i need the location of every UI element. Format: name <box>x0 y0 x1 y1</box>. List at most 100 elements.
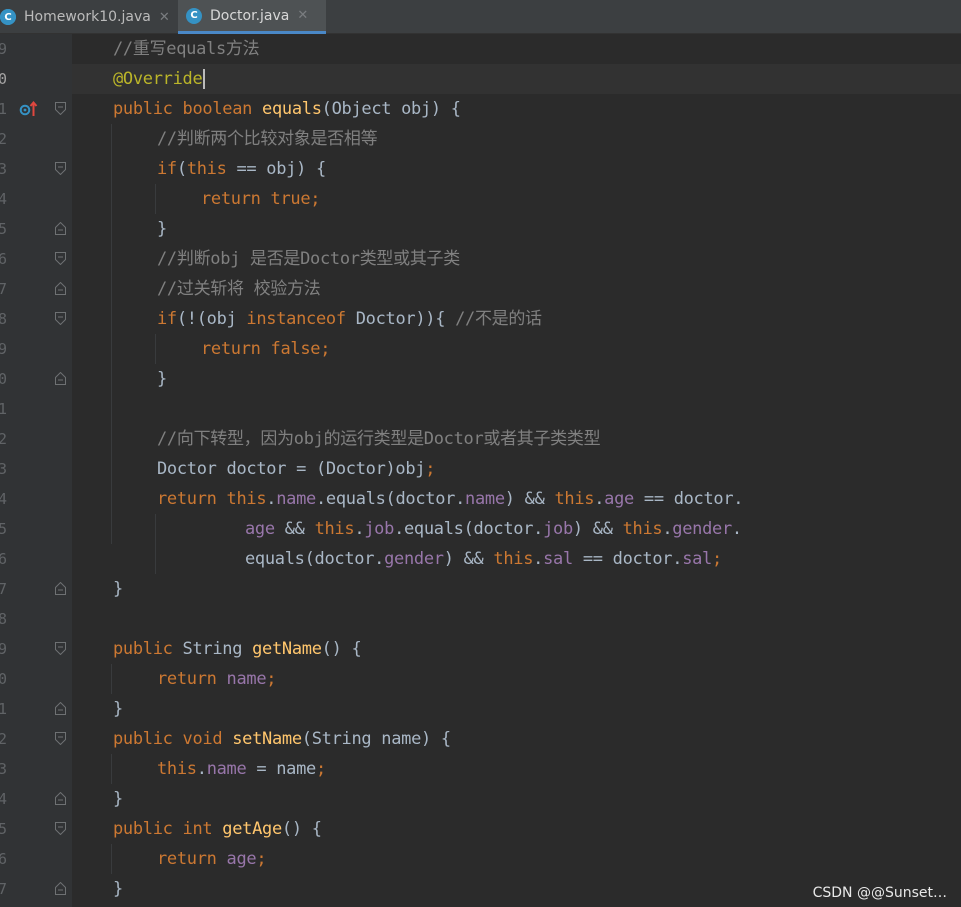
code-text[interactable]: if(!(obj instanceof Doctor)){ //不是的话 <box>157 304 542 334</box>
code-text[interactable]: if(this == obj) { <box>157 154 326 184</box>
tab-doctor[interactable]: C Doctor.java ✕ <box>178 0 326 34</box>
code-line[interactable]: 3 if(this == obj) { <box>0 154 961 184</box>
code-line[interactable]: 1 <box>0 394 961 424</box>
java-class-icon: C <box>186 7 202 24</box>
code-text[interactable]: } <box>157 364 167 394</box>
close-icon[interactable]: ✕ <box>159 10 170 25</box>
code-token: Doctor doctor = (Doctor)obj <box>157 459 426 479</box>
code-line[interactable]: 2 //向下转型，因为obj的运行类型是Doctor或者其子类类型 <box>0 424 961 454</box>
fold-collapse-icon[interactable] <box>55 642 66 655</box>
code-line[interactable]: 7} <box>0 574 961 604</box>
code-text[interactable]: return age; <box>157 844 267 874</box>
code-text[interactable]: return true; <box>201 184 321 214</box>
code-line[interactable]: 0 @Override <box>0 64 961 94</box>
code-line[interactable]: 5 age && this.job.equals(doctor.job) && t… <box>0 514 961 544</box>
code-line[interactable]: 4 return true; <box>0 184 961 214</box>
tab-homework10[interactable]: C Homework10.java ✕ <box>0 0 178 34</box>
code-line[interactable]: 3 Doctor doctor = (Doctor)obj; <box>0 454 961 484</box>
fold-end-icon[interactable] <box>55 222 66 235</box>
code-text[interactable]: this.name = name; <box>157 754 326 784</box>
code-text[interactable]: public void setName(String name) { <box>113 724 451 754</box>
code-token: (Object obj) { <box>321 99 461 119</box>
code-line[interactable]: 5 public int getAge() { <box>0 814 961 844</box>
code-line[interactable]: 0 return name; <box>0 664 961 694</box>
code-token: if <box>157 309 177 329</box>
code-token: void <box>182 729 233 749</box>
code-text[interactable]: public int getAge() { <box>113 814 322 844</box>
code-editor[interactable]: 9 //重写equals方法 0 @Override 1 public boolean e… <box>0 34 961 907</box>
code-token: . <box>731 519 742 539</box>
fold-collapse-icon[interactable] <box>55 312 66 325</box>
code-token: gender <box>384 549 444 569</box>
fold-collapse-icon[interactable] <box>55 162 66 175</box>
line-number: 5 <box>0 520 8 538</box>
code-line[interactable]: 4} <box>0 784 961 814</box>
code-text[interactable]: return this.name.equals(doctor.name) && … <box>157 484 744 514</box>
fold-collapse-icon[interactable] <box>55 732 66 745</box>
code-line[interactable]: 1 public boolean equals(Object obj) { <box>0 94 961 124</box>
code-line[interactable]: 7 //过关斩将 校验方法 <box>0 274 961 304</box>
code-token: setName <box>232 729 302 749</box>
code-token: == obj) { <box>226 159 326 179</box>
code-token: name <box>226 669 267 689</box>
code-line[interactable]: 1} <box>0 694 961 724</box>
code-text[interactable]: equals(doctor.gender) && this.sal == doc… <box>245 544 722 574</box>
fold-end-icon[interactable] <box>55 372 66 385</box>
code-text[interactable]: return false; <box>201 334 330 364</box>
code-token: this <box>554 489 595 509</box>
code-text[interactable]: } <box>113 784 123 814</box>
code-line[interactable]: 9 public String getName() { <box>0 634 961 664</box>
code-line[interactable]: 4 return this.name.equals(doctor.name) &&… <box>0 484 961 514</box>
code-text[interactable]: //判断两个比较对象是否相等 <box>157 124 378 154</box>
code-line[interactable]: 8 <box>0 604 961 634</box>
code-line[interactable]: 9 return false; <box>0 334 961 364</box>
code-line[interactable]: 3 this.name = name; <box>0 754 961 784</box>
line-number: 6 <box>0 850 8 868</box>
code-token: . <box>196 759 207 779</box>
overrides-method-icon[interactable] <box>19 100 39 118</box>
code-text[interactable]: } <box>113 694 123 724</box>
code-line[interactable]: 2 public void setName(String name) { <box>0 724 961 754</box>
fold-collapse-icon[interactable] <box>55 252 66 265</box>
fold-collapse-icon[interactable] <box>55 102 66 115</box>
code-text[interactable]: Doctor doctor = (Doctor)obj; <box>157 454 435 484</box>
code-text[interactable]: age && this.job.equals(doctor.job) && th… <box>245 514 742 544</box>
code-line[interactable]: 5} <box>0 214 961 244</box>
code-line[interactable]: 6 return age; <box>0 844 961 874</box>
code-token: //判断obj 是否是Doctor类型或其子类 <box>157 249 460 269</box>
code-text[interactable]: public String getName() { <box>113 634 362 664</box>
close-icon[interactable]: ✕ <box>297 8 308 23</box>
code-token: age <box>604 489 634 509</box>
code-token: this <box>226 489 267 509</box>
code-text[interactable]: } <box>113 574 123 604</box>
code-token: ( <box>176 159 187 179</box>
code-text[interactable]: public boolean equals(Object obj) { <box>113 94 461 124</box>
code-text[interactable]: //判断obj 是否是Doctor类型或其子类 <box>157 244 460 274</box>
code-line[interactable]: 2 //判断两个比较对象是否相等 <box>0 124 961 154</box>
code-token: return <box>157 669 227 689</box>
code-token: == doctor. <box>633 489 744 509</box>
fold-collapse-icon[interactable] <box>55 822 66 835</box>
code-text[interactable]: //过关斩将 校验方法 <box>157 274 321 304</box>
code-token: name <box>206 759 247 779</box>
code-text[interactable]: //向下转型，因为obj的运行类型是Doctor或者其子类类型 <box>157 424 601 454</box>
fold-end-icon[interactable] <box>55 582 66 595</box>
code-line[interactable]: 6 equals(doctor.gender) && this.sal == do… <box>0 544 961 574</box>
fold-end-icon[interactable] <box>55 882 66 895</box>
code-token: ; <box>266 669 277 689</box>
code-line[interactable]: 8 if(!(obj instanceof Doctor)){ //不是的话 <box>0 304 961 334</box>
code-line[interactable]: 0} <box>0 364 961 394</box>
code-line[interactable]: 9 //重写equals方法 <box>0 34 961 64</box>
code-token: equals(doctor. <box>245 549 385 569</box>
code-text[interactable]: } <box>113 874 123 904</box>
fold-end-icon[interactable] <box>55 282 66 295</box>
code-token: this <box>493 549 534 569</box>
code-line[interactable]: 6 //判断obj 是否是Doctor类型或其子类 <box>0 244 961 274</box>
code-text[interactable]: return name; <box>157 664 277 694</box>
fold-end-icon[interactable] <box>55 792 66 805</box>
code-text[interactable]: @Override <box>113 64 206 94</box>
fold-end-icon[interactable] <box>55 702 66 715</box>
code-token: name <box>276 489 316 509</box>
code-text[interactable]: } <box>157 214 167 244</box>
code-text[interactable]: //重写equals方法 <box>113 34 260 64</box>
